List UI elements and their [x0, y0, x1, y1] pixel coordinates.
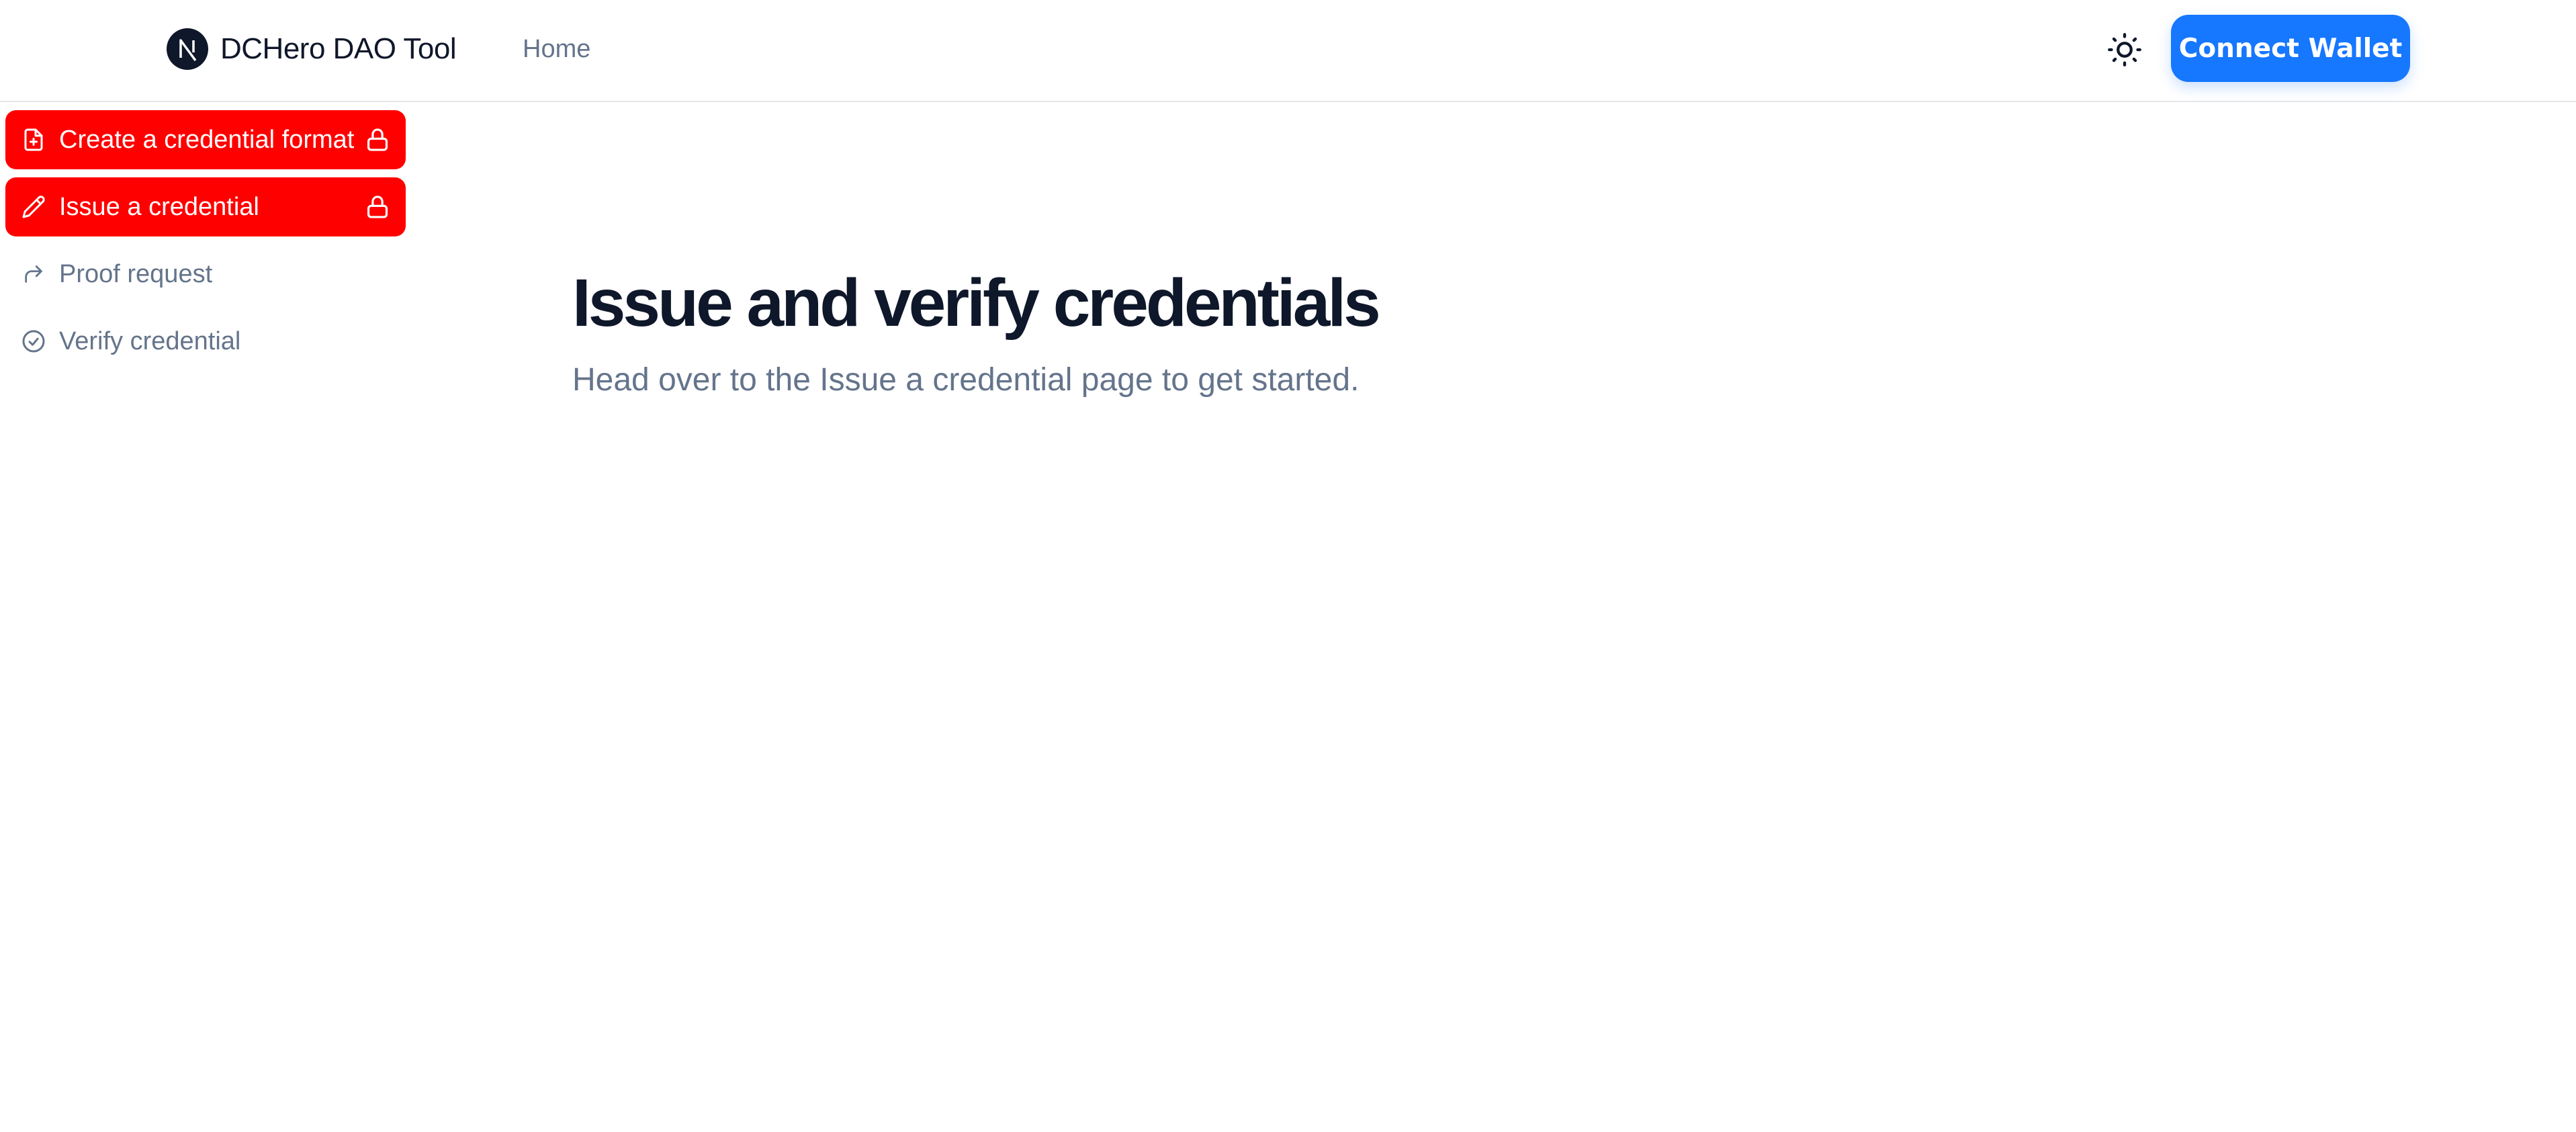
nav-link-home[interactable]: Home [523, 30, 590, 69]
sidebar-item-label: Verify credential [59, 326, 241, 355]
file-plus-icon [19, 125, 48, 155]
forward-arrow-icon [19, 259, 48, 289]
sun-icon [2108, 33, 2141, 67]
brand-name: DCHero DAO Tool [220, 32, 457, 65]
sidebar-item-issue-credential[interactable]: Issue a credential [5, 177, 406, 236]
page-title: Issue and verify credentials [572, 265, 1381, 341]
top-navbar: DCHero DAO Tool Home Connect Wallet [0, 0, 2576, 102]
lock-icon [363, 125, 392, 155]
sidebar-item-verify-credential[interactable]: Verify credential [5, 312, 406, 371]
pencil-icon [19, 192, 48, 222]
page-subtitle: Head over to the Issue a credential page… [572, 362, 1360, 398]
connect-wallet-button[interactable]: Connect Wallet [2171, 15, 2410, 82]
theme-toggle-button[interactable] [2104, 30, 2145, 70]
sidebar-item-label: Proof request [59, 259, 213, 288]
nextjs-logo-icon [167, 28, 208, 70]
sidebar-item-create-credential-format[interactable]: Create a credential format [5, 110, 406, 169]
sidebar: Create a credential format Issue a crede… [5, 110, 406, 379]
brand-link[interactable]: DCHero DAO Tool [167, 28, 457, 70]
sidebar-item-label: Create a credential format [59, 125, 355, 154]
check-circle-icon [19, 326, 48, 356]
lock-icon [363, 192, 392, 222]
sidebar-item-label: Issue a credential [59, 192, 259, 221]
sidebar-item-proof-request[interactable]: Proof request [5, 245, 406, 304]
